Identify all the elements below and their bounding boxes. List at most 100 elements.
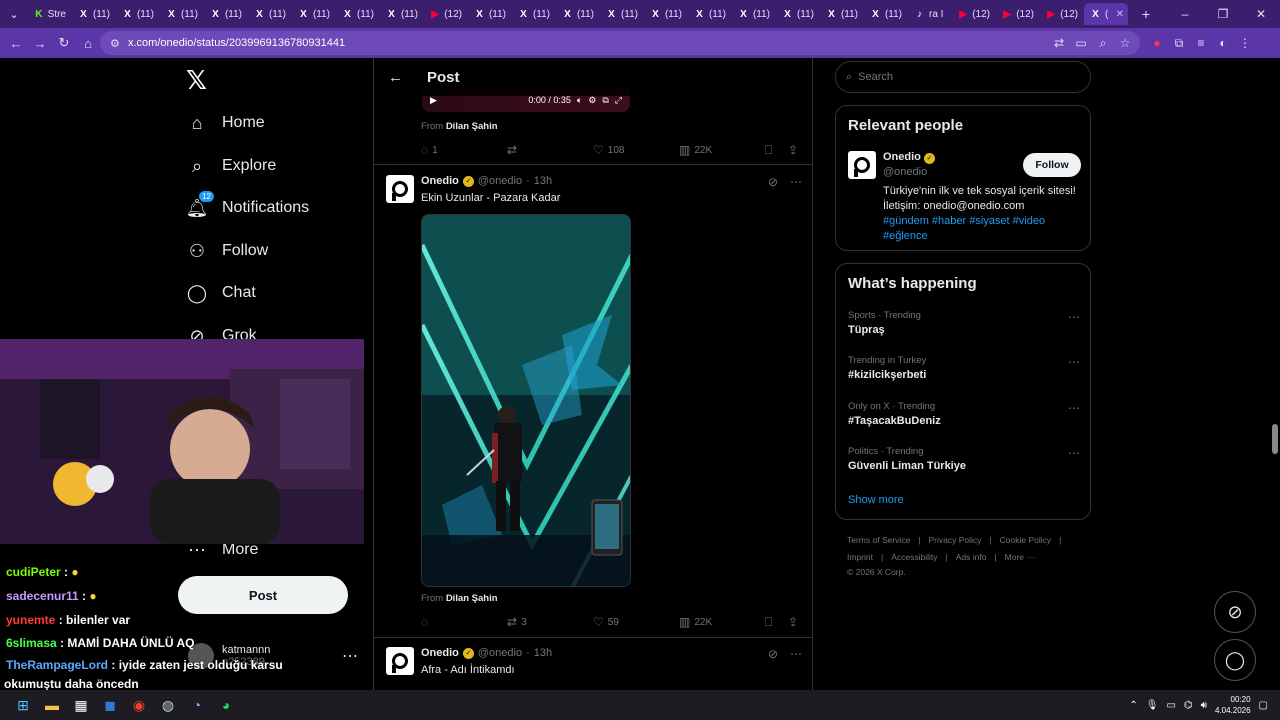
nav-chat[interactable]: ◯ Chat [186,282,256,304]
browser-tab[interactable]: X (11) [820,3,864,25]
trend-more-icon[interactable]: ⋯ [1068,355,1080,369]
tab-search-icon[interactable]: ⌄ [0,3,28,25]
extensions-icon[interactable]: ⧉ [1168,32,1190,54]
browser-tab[interactable]: ▶ (12) [996,3,1040,25]
bookmark-button[interactable]: ⎕ [765,615,772,630]
zoom-icon[interactable]: ⌕ [1092,32,1114,54]
volume-icon[interactable]: 🔈︎ [577,95,582,106]
browser-tab[interactable]: X (11) [776,3,820,25]
tab-close-icon[interactable]: ✕ [1116,9,1124,20]
browser-tab[interactable]: K Stre [28,3,72,25]
prev-from-name[interactable]: Dilan Şahin [446,121,498,132]
trend-item[interactable]: Politics · Trending Güvenli Liman Türkiy… [848,446,1080,472]
browser-tab[interactable]: ▶ (12) [424,3,468,25]
minimize-icon[interactable]: – [1166,0,1204,28]
pip-icon[interactable]: ⧉ [602,95,608,106]
page-scrollbar[interactable] [1272,122,1278,690]
onedio-avatar[interactable] [386,647,414,675]
terms-link[interactable]: Terms of Service [847,535,910,545]
browser-tab[interactable]: X (11) [336,3,380,25]
browser-tab[interactable]: ▶ (12) [1040,3,1084,25]
browser-tab[interactable]: X (11) [556,3,600,25]
browser-tab[interactable]: X (11) [204,3,248,25]
onedio-avatar[interactable] [386,175,414,203]
x-logo-icon[interactable]: 𝕏 [186,66,207,96]
tweet2-author-handle[interactable]: @onedio [478,647,522,659]
accessibility-link[interactable]: Accessibility [891,552,937,562]
browser-menu-icon[interactable]: ⋮ [1234,32,1256,54]
browser-tab[interactable]: ▶ (12) [952,3,996,25]
browser-tab[interactable]: X (11) [72,3,116,25]
post-button[interactable]: Post [178,576,348,614]
follow-button[interactable]: Follow [1023,153,1081,177]
browser-tab[interactable]: X (11) [688,3,732,25]
tweet-author-name[interactable]: Onedio [421,175,459,187]
relevant-handle[interactable]: @onedio [883,166,935,178]
share-button[interactable]: ⇪ [788,143,798,157]
forward-icon[interactable]: → [28,31,52,55]
reload-icon[interactable]: ↻ [52,31,76,55]
relevant-hashtags[interactable]: #gündem #haber #siyaset #video #eğlence [883,214,1083,244]
trend-more-icon[interactable]: ⋯ [1068,446,1080,460]
outlook-icon[interactable]: ◼ [99,694,121,716]
browser-tab[interactable]: X (11) [160,3,204,25]
browser-tab[interactable]: X (11) [292,3,336,25]
profile-avatar[interactable]: ◐ [1212,32,1234,54]
tweet1-from-name[interactable]: Dilan Şahin [446,593,498,604]
tweet-more-icon[interactable]: ⋯ [790,647,802,661]
volume-tray-icon[interactable]: 🔊︎ [1201,700,1207,711]
notifications-tray-icon[interactable]: ▢ [1259,700,1268,711]
bookmark-button[interactable]: ⎕ [765,143,772,158]
show-more-link[interactable]: Show more [848,494,904,506]
trend-more-icon[interactable]: ⋯ [1068,401,1080,415]
url-field[interactable]: ⚙ x.com/onedio/status/203996913678093144… [100,31,1140,55]
browser-tab[interactable]: X (11) [600,3,644,25]
home-browser-icon[interactable]: ⌂ [76,31,100,55]
windows-start-icon[interactable]: ⊞ [12,694,34,716]
play-icon[interactable]: ▶ [430,95,437,106]
media-control-icon[interactable]: ≡ [1190,32,1212,54]
grok-explain-icon[interactable]: ⊘ [768,175,778,189]
like-button[interactable]: ♡ 59 [593,615,619,629]
fullscreen-icon[interactable]: ⤢ [615,95,622,106]
imprint-link[interactable]: Imprint [847,552,873,562]
tweet-author-handle[interactable]: @onedio [478,175,522,187]
reply-button[interactable]: ◌ [421,615,432,629]
repost-button[interactable]: ⇄ [507,143,521,157]
new-tab-icon[interactable]: + [1132,3,1160,25]
nav-explore[interactable]: ⌕ Explore [186,155,276,177]
tweet-video[interactable] [421,214,631,587]
tweet-more-icon[interactable]: ⋯ [790,175,802,189]
repost-button[interactable]: ⇄ 3 [507,615,527,629]
trend-item[interactable]: Trending in Turkey #kizilcikşerbeti ⋯ [848,355,1080,381]
trend-item[interactable]: Only on X · Trending #TaşacakBuDeniz ⋯ [848,401,1080,427]
microphone-icon[interactable]: 🎙︎ [1146,700,1159,711]
browser-tab[interactable]: X (11) [864,3,908,25]
search-input[interactable]: ⌕ Search [835,61,1091,93]
browser-tab[interactable]: X (11) [644,3,688,25]
bookmark-star-icon[interactable]: ☆ [1114,32,1136,54]
trend-item[interactable]: Sports · Trending Tüpraş ⋯ [848,310,1080,336]
browser-tab[interactable]: X (11) [512,3,556,25]
grok-explain-icon[interactable]: ⊘ [768,647,778,661]
translate-icon[interactable]: ⇄ [1048,32,1070,54]
tweet-time[interactable]: 13h [534,175,552,187]
footer-more-link[interactable]: More ··· [1005,552,1035,562]
extension-red-icon[interactable]: ● [1146,32,1168,54]
views-button[interactable]: ▥ 22K [679,143,712,157]
clock[interactable]: 00:20 4.04.2026 [1215,694,1251,716]
back-arrow-icon[interactable]: ← [388,69,403,86]
display-icon[interactable]: ▭ [1166,700,1175,711]
nav-follow[interactable]: ⚇ Follow [186,240,268,262]
site-info-icon[interactable]: ⚙ [110,37,120,50]
network-icon[interactable]: ⌬ [1184,700,1193,711]
onedio-avatar[interactable] [848,151,876,179]
privacy-link[interactable]: Privacy Policy [929,535,982,545]
browser-tab[interactable]: X (11) [732,3,776,25]
browser-tab[interactable]: X (✕ [1084,3,1128,25]
views-button[interactable]: ▥ 22K [679,615,712,629]
discord-icon[interactable]: ◔ [186,694,208,716]
chrome-icon[interactable]: ◉ [128,694,150,716]
browser-tab[interactable]: ♪ ra I [908,3,952,25]
tray-overflow-icon[interactable]: ⌃ [1129,700,1137,711]
